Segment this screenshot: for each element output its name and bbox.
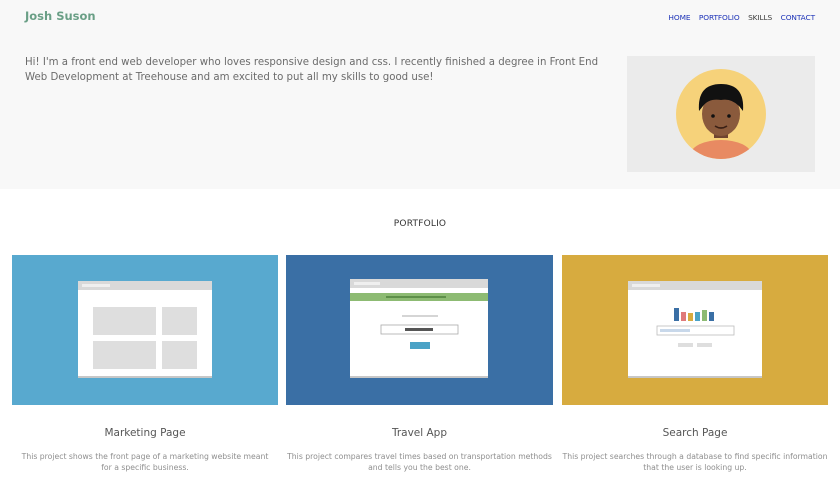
- project-title-search: Search Page: [662, 427, 728, 439]
- project-description-search: This project searches through a database…: [562, 452, 828, 472]
- project-description-travel: This project compares travel times based…: [287, 452, 552, 472]
- nav-skills[interactable]: SKILLS: [748, 13, 772, 22]
- search-preview-illustration: [562, 255, 828, 405]
- main-nav: HOME PORTFOLIO SKILLS CONTACT: [660, 13, 815, 22]
- hero-section: Josh Suson HOME PORTFOLIO SKILLS CONTACT…: [0, 0, 840, 189]
- profile-photo: [627, 56, 815, 172]
- nav-home[interactable]: HOME: [668, 13, 690, 22]
- intro-text: Hi! I'm a front end web developer who lo…: [25, 57, 599, 83]
- project-title-marketing: Marketing Page: [104, 427, 186, 439]
- nav-portfolio[interactable]: PORTFOLIO: [699, 13, 740, 22]
- travel-preview-illustration: [286, 255, 553, 405]
- project-card-travel[interactable]: [286, 255, 553, 405]
- project-title-travel: Travel App: [391, 427, 448, 439]
- project-card-marketing[interactable]: [12, 255, 278, 405]
- marketing-preview-illustration: [12, 255, 278, 405]
- project-card-search[interactable]: [562, 255, 828, 405]
- brand-logo[interactable]: Josh Suson: [25, 9, 96, 23]
- project-description-marketing: This project shows the front page of a m…: [21, 452, 269, 472]
- portfolio-heading: PORTFOLIO: [393, 219, 447, 229]
- avatar-icon: [676, 69, 766, 159]
- nav-contact[interactable]: CONTACT: [781, 13, 815, 22]
